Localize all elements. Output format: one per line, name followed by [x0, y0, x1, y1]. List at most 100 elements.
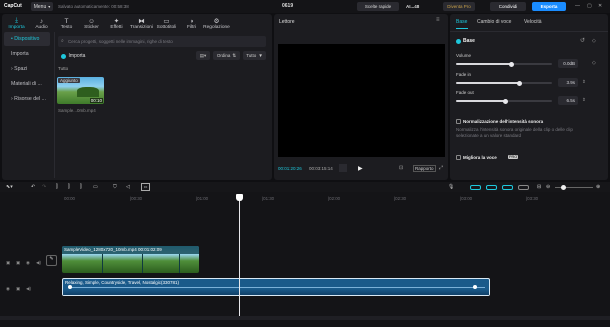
playhead[interactable] [239, 194, 240, 316]
enhance-checkbox[interactable] [456, 155, 461, 160]
toolbar-item-8[interactable]: ⚙ Regolazione [203, 15, 230, 32]
toolbar-item-7[interactable]: ◑ Filtri [179, 15, 204, 32]
minimize-icon[interactable]: — [575, 3, 580, 9]
screenshot-icon[interactable]: ⊡ [399, 165, 403, 171]
volume-slider[interactable] [456, 61, 552, 67]
view-toggle-icon[interactable]: ▤▾ [196, 51, 210, 60]
toolbar-item-0[interactable]: ⤓ Importa [4, 15, 29, 32]
toolbar-item-5[interactable]: ⧓ Transizioni [129, 15, 154, 32]
video-clip[interactable]: SampleVideo_1280x720_10mb.mp4 00:01:02:0… [62, 246, 199, 273]
zoom-out-icon[interactable]: ⊖ [546, 184, 550, 190]
zoom-fit-icon[interactable]: ⊟ [537, 184, 541, 190]
search-input[interactable]: ⌕ Cerca progetti, soggetti nelle immagin… [58, 36, 266, 47]
sidebar-item-device[interactable]: • Dispositivo [4, 32, 50, 46]
tab-base[interactable]: Base [456, 19, 467, 25]
magnet-main-icon[interactable] [470, 185, 481, 190]
close-icon[interactable]: ✕ [598, 3, 602, 9]
volume-value[interactable]: 0.0dB [558, 59, 578, 68]
current-time: 00:01:20:26 [278, 166, 302, 171]
zoom-slider[interactable] [555, 185, 593, 190]
zoom-in-icon[interactable]: ⊕ [596, 184, 600, 190]
ratio-button[interactable]: Rapporto [413, 165, 436, 172]
fadeout-slider[interactable] [456, 98, 552, 104]
fadeout-value[interactable]: 6.5s [558, 96, 578, 105]
sidebar-item-spaces[interactable]: › Spazi [4, 62, 50, 76]
preview-axis-icon[interactable] [502, 185, 513, 190]
shield-icon[interactable]: ⛉ [113, 184, 117, 190]
pro-badge: PRO [508, 155, 519, 159]
crop-icon[interactable]: ▭ [141, 183, 150, 191]
undo-icon[interactable]: ↶ [31, 184, 35, 190]
reset-icon[interactable]: ↺ [580, 37, 585, 44]
video-audio-icon[interactable]: ◀) [36, 260, 41, 266]
project-name: 0619 [282, 3, 294, 9]
base-toggle-icon[interactable] [456, 39, 461, 44]
audio-hide-icon[interactable]: ▣ [16, 286, 20, 292]
toolbar-item-6[interactable]: ▭ Sottotitoli [154, 15, 179, 32]
sticker-icon: ☺ [88, 17, 95, 25]
fadein-stepper[interactable]: ⇕ [582, 79, 586, 85]
download-icon: ⤓ [15, 17, 18, 24]
ruler-label: 00:00 [64, 196, 75, 201]
menu-button[interactable]: Menu ▾ [31, 2, 53, 11]
toolbar-item-1[interactable]: ♪ Audio [29, 15, 54, 32]
tab-voice-change[interactable]: Cambio di voce [477, 19, 511, 25]
toolbar-label: Regolazione [203, 25, 230, 30]
normalize-checkbox[interactable] [456, 119, 461, 124]
volume-keyframe-icon[interactable]: ◇ [592, 60, 596, 66]
video-preview[interactable] [278, 44, 445, 157]
video-mute-icon[interactable]: ◉ [26, 260, 30, 266]
play-icon[interactable]: ▶ [358, 165, 363, 172]
toolbar-item-4[interactable]: ✦ Effetti [104, 15, 129, 32]
shortcuts-button[interactable]: Scelte rapide [357, 2, 399, 11]
share-button[interactable]: Condividi [490, 2, 526, 11]
magnet-link-icon[interactable] [486, 185, 497, 190]
select-tool-icon[interactable]: ⬉▾ [6, 184, 13, 190]
audio-mute-icon[interactable]: ◀) [26, 286, 31, 292]
import-button[interactable]: Importa [58, 51, 88, 61]
fullscreen-icon[interactable]: ⤢ [439, 165, 443, 171]
toolbar-label: Sticker [84, 24, 99, 30]
tab-speed[interactable]: Velocità [524, 19, 542, 25]
sidebar-item-materials[interactable]: Materiali di ... [4, 77, 50, 91]
toolbar-item-3[interactable]: ☺ Sticker [79, 15, 104, 32]
audio-clip[interactable]: Relaxing, Simple, Countryside, Travel, N… [62, 278, 490, 296]
media-thumbnail[interactable]: Aggiunto 00:10 [57, 77, 104, 104]
audio-lock-icon[interactable]: ◉ [6, 286, 10, 292]
filter-button[interactable]: Tutto ▼ [243, 51, 266, 60]
video-hide-icon[interactable]: ▣ [16, 260, 20, 266]
split-left-icon[interactable]: ⫿ [68, 184, 70, 190]
delete-icon[interactable]: ▭ [93, 184, 98, 190]
microphone-icon[interactable]: 🎙 [448, 184, 454, 190]
effects-icon: ✦ [113, 18, 120, 25]
sidebar-item-import[interactable]: Importa [4, 47, 50, 61]
fadein-value[interactable]: 3.9s [558, 78, 578, 87]
ruler-label: |01:30 [262, 196, 275, 201]
snap-icon[interactable] [518, 185, 529, 190]
sidebar-item-resources[interactable]: › Risorse del ... [4, 92, 50, 106]
pro-button[interactable]: Diventa Pro [443, 2, 475, 11]
playhead-handle[interactable] [236, 194, 243, 201]
video-lock-icon[interactable]: ▣ [6, 260, 10, 266]
timeline-scrollbar[interactable] [0, 316, 610, 320]
sort-button[interactable]: Ordina ⇅ [213, 51, 240, 60]
export-button[interactable]: Esporta [532, 2, 566, 11]
base-section-title: Base [463, 38, 475, 44]
added-badge: Aggiunto [58, 78, 80, 83]
redo-icon[interactable]: ↷ [42, 184, 46, 190]
maximize-icon[interactable]: ▢ [587, 3, 592, 9]
cover-edit-icon[interactable]: ✎ [46, 255, 57, 266]
toolbar-item-2[interactable]: T Testo [54, 15, 79, 32]
volume-label: Volume [456, 53, 472, 58]
keyframe-icon[interactable]: ◇ [592, 38, 596, 44]
ruler-label: |02:30 [394, 196, 407, 201]
media-sidebar: • Dispositivo Importa › Spazi Materiali … [4, 32, 50, 178]
user-name[interactable]: AI...48 [406, 4, 419, 9]
grid-icon[interactable] [339, 164, 347, 172]
player-menu-icon[interactable]: ≡ [436, 17, 440, 23]
split-icon[interactable]: ⫿ [56, 184, 58, 190]
split-right-icon[interactable]: ⫿ [80, 184, 82, 190]
flip-icon[interactable]: ◁ [126, 184, 130, 190]
fadeout-stepper[interactable]: ⇕ [582, 97, 586, 103]
fadein-slider[interactable] [456, 80, 552, 86]
